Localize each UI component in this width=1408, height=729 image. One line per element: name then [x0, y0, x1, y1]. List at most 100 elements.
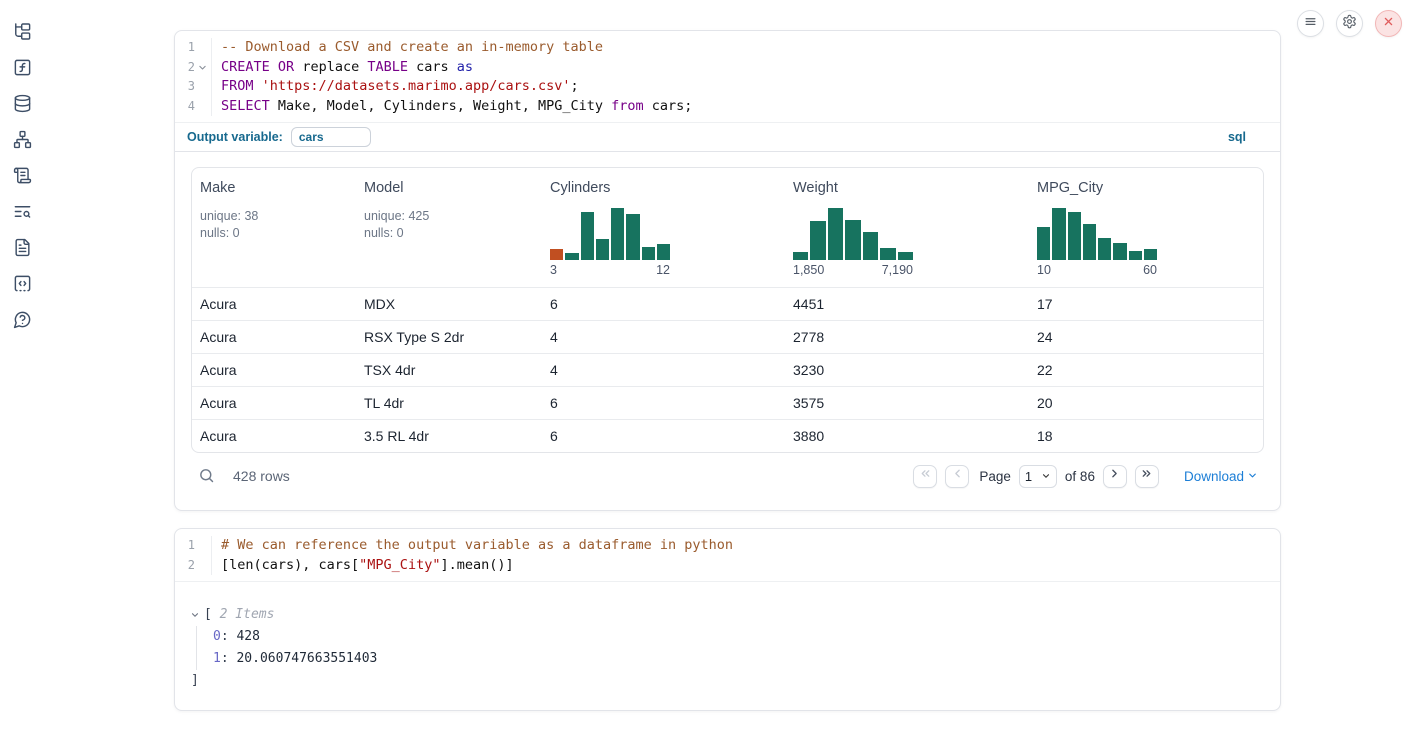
- shutdown-button[interactable]: [1375, 10, 1402, 37]
- dependency-graph-icon[interactable]: [13, 130, 32, 149]
- tree-entry-separator: :: [221, 626, 237, 648]
- sql-editor[interactable]: 1 -- Download a CSV and create an in-mem…: [175, 31, 1280, 122]
- code-token: replace: [294, 59, 367, 75]
- table-header: Make unique: 38 nulls: 0 Model unique: 4…: [192, 168, 1263, 287]
- items-count-label: 2 Items: [212, 604, 275, 626]
- code-token: -- Download a CSV and create an in-memor…: [221, 39, 603, 55]
- code-line: 3 FROM 'https://datasets.marimo.app/cars…: [175, 77, 1280, 97]
- output-variable-row: Output variable: sql: [175, 122, 1280, 152]
- code-token: cars: [408, 59, 457, 75]
- help-icon[interactable]: [13, 310, 32, 329]
- next-page-button[interactable]: [1103, 465, 1127, 488]
- histogram-bar: [657, 244, 670, 260]
- data-table: Make unique: 38 nulls: 0 Model unique: 4…: [191, 167, 1264, 453]
- logs-icon[interactable]: [13, 202, 32, 221]
- collapse-chevron-icon[interactable]: [190, 609, 202, 621]
- column-name[interactable]: Weight: [793, 180, 1021, 196]
- code-line: 1 -- Download a CSV and create an in-mem…: [175, 38, 1280, 58]
- python-editor[interactable]: 1 # We can reference the output variable…: [175, 529, 1280, 582]
- table-cell: 3230: [785, 362, 1029, 378]
- table-row: Acura3.5 RL 4dr6388018: [192, 419, 1263, 452]
- table-row: AcuraMDX6445117: [192, 287, 1263, 320]
- table-body: AcuraMDX6445117AcuraRSX Type S 2dr427782…: [192, 287, 1263, 452]
- variables-icon[interactable]: [13, 58, 32, 77]
- table-cell: 2778: [785, 329, 1029, 345]
- python-output-tree: [ 2 Items 0: 428 1: 20.060747663551403 ]: [175, 582, 1280, 692]
- code-line: 2 CREATE OR replace TABLE cars as: [175, 58, 1280, 78]
- histogram-min-label: 10: [1037, 263, 1051, 277]
- column-name[interactable]: Model: [364, 180, 534, 196]
- cylinders-histogram: 3 12: [550, 208, 670, 277]
- code-line: 2 [len(cars), cars["MPG_City"].mean()]: [175, 556, 1280, 576]
- line-number: 1: [177, 536, 195, 556]
- chevron-down-icon: [1041, 469, 1051, 484]
- line-number: 2: [177, 556, 195, 576]
- table-row: AcuraTSX 4dr4323022: [192, 353, 1263, 386]
- output-variable-input[interactable]: [291, 127, 371, 147]
- page-label: Page: [979, 469, 1011, 484]
- menu-button[interactable]: [1297, 10, 1324, 37]
- table-row: AcuraRSX Type S 2dr4277824: [192, 320, 1263, 353]
- column-header-make: Make unique: 38 nulls: 0: [192, 168, 356, 287]
- column-stat-unique: unique: 38: [200, 208, 348, 225]
- chevron-down-icon: [1247, 469, 1258, 484]
- python-cell: 1 # We can reference the output variable…: [174, 528, 1281, 711]
- histogram-bar: [845, 220, 860, 260]
- table-cell: 6: [542, 395, 785, 411]
- column-name[interactable]: MPG_City: [1037, 180, 1256, 196]
- table-cell: 4: [542, 362, 785, 378]
- page-select[interactable]: 1: [1019, 465, 1057, 488]
- code-token: cars;: [644, 98, 693, 114]
- histogram-bar: [863, 232, 878, 260]
- language-badge: sql: [1228, 130, 1246, 144]
- table-cell: Acura: [192, 395, 356, 411]
- code-token: [270, 59, 278, 75]
- histogram-bar: [611, 208, 624, 260]
- column-header-model: Model unique: 425 nulls: 0: [356, 168, 542, 287]
- column-name[interactable]: Make: [200, 180, 348, 196]
- chevrons-left-icon: [919, 467, 932, 485]
- table-cell: Acura: [192, 329, 356, 345]
- column-name[interactable]: Cylinders: [550, 180, 777, 196]
- search-icon[interactable]: [198, 467, 216, 485]
- tree-entry-value: 20.060747663551403: [236, 648, 377, 670]
- line-number: 1: [177, 38, 195, 58]
- table-cell: 6: [542, 428, 785, 444]
- histogram-bar: [1037, 227, 1050, 260]
- tree-root-row: [ 2 Items: [190, 604, 1280, 626]
- download-button[interactable]: Download: [1184, 469, 1258, 484]
- chevron-left-icon: [951, 467, 964, 485]
- snippets-icon[interactable]: [13, 274, 32, 293]
- histogram-bar: [1052, 208, 1065, 260]
- table-cell: Acura: [192, 362, 356, 378]
- table-cell: 3.5 RL 4dr: [356, 428, 542, 444]
- close-bracket: ]: [191, 670, 199, 692]
- previous-page-button[interactable]: [945, 465, 969, 488]
- datasources-icon[interactable]: [13, 94, 32, 113]
- histogram-bar: [810, 221, 825, 260]
- code-token: OR: [278, 59, 294, 75]
- code-token: [len(cars), cars[: [221, 557, 359, 573]
- first-page-button[interactable]: [913, 465, 937, 488]
- table-cell: 3575: [785, 395, 1029, 411]
- documentation-icon[interactable]: [13, 238, 32, 257]
- column-header-cylinders: Cylinders 3 12: [542, 168, 785, 287]
- histogram-bar: [898, 252, 913, 260]
- line-number: 4: [177, 97, 195, 117]
- fold-toggle-icon[interactable]: [195, 60, 209, 74]
- last-page-button[interactable]: [1135, 465, 1159, 488]
- scratchpad-icon[interactable]: [13, 166, 32, 185]
- download-label: Download: [1184, 469, 1244, 484]
- sql-output-area: Make unique: 38 nulls: 0 Model unique: 4…: [175, 152, 1280, 490]
- table-cell: 18: [1029, 428, 1264, 444]
- histogram-min-label: 3: [550, 263, 557, 277]
- histogram-max-label: 7,190: [882, 263, 913, 277]
- histogram-bar: [596, 239, 609, 260]
- code-token: TABLE: [367, 59, 408, 75]
- settings-button[interactable]: [1336, 10, 1363, 37]
- histogram-max-label: 60: [1143, 263, 1157, 277]
- file-tree-icon[interactable]: [13, 22, 32, 41]
- histogram-bar: [626, 214, 639, 260]
- code-token: CREATE: [221, 59, 270, 75]
- code-token: 'https://datasets.marimo.app/cars.csv': [262, 78, 571, 94]
